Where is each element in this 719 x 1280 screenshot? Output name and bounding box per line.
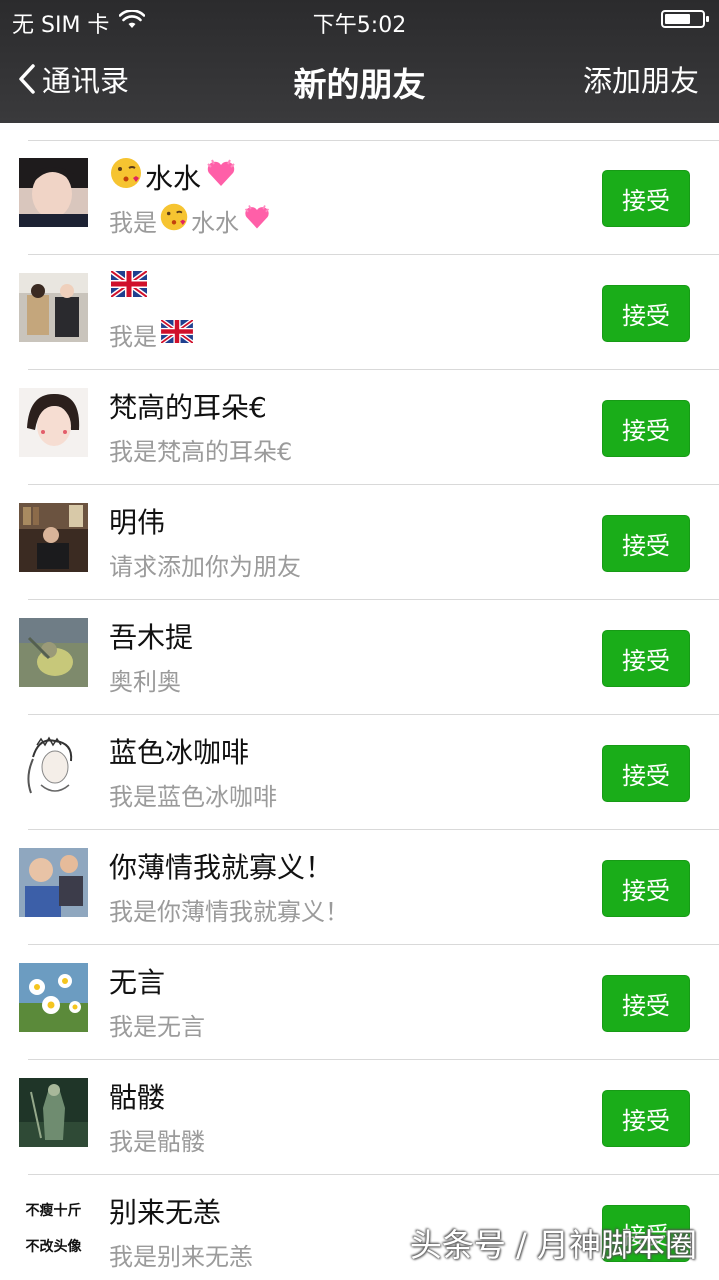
friend-request-row[interactable]: 无言 我是无言 接受 bbox=[0, 945, 719, 1060]
friend-request-row[interactable]: 骷髅 我是骷髅 接受 bbox=[0, 1060, 719, 1175]
avatar[interactable] bbox=[19, 963, 88, 1032]
friend-request-row[interactable]: 明伟 请求添加你为朋友 接受 bbox=[0, 485, 719, 600]
friend-name: 吾木提 bbox=[109, 621, 194, 654]
uk-flag-icon bbox=[159, 318, 195, 349]
accept-button[interactable]: 接受 bbox=[602, 860, 690, 917]
status-bar: 无 SIM 卡 下午5:02 bbox=[0, 0, 719, 40]
add-friend-button[interactable]: 添加朋友 bbox=[583, 58, 699, 100]
accept-button[interactable]: 接受 bbox=[602, 515, 690, 572]
accept-button[interactable]: 接受 bbox=[602, 400, 690, 457]
friend-name: 明伟 bbox=[109, 506, 166, 539]
friend-message: 我是你薄情我就寡义！ bbox=[109, 898, 349, 926]
friend-name: 骷髅 bbox=[109, 1081, 166, 1114]
avatar[interactable]: 不瘦十斤 不改头像 bbox=[19, 1193, 88, 1262]
accept-button[interactable]: 接受 bbox=[602, 285, 690, 342]
accept-button[interactable]: 接受 bbox=[602, 975, 690, 1032]
friend-message: 我是无言 bbox=[109, 1013, 205, 1041]
battery-icon bbox=[661, 10, 709, 28]
friend-request-row[interactable]: 蓝色冰咖啡 我是蓝色冰咖啡 接受 bbox=[0, 715, 719, 830]
accept-button[interactable]: 接受 bbox=[602, 630, 690, 687]
uk-flag-icon bbox=[109, 268, 149, 304]
friend-message: 奥利奥 bbox=[109, 668, 181, 696]
avatar[interactable] bbox=[19, 158, 88, 227]
accept-button[interactable]: 接受 bbox=[602, 1090, 690, 1147]
avatar-text: 不改头像 bbox=[26, 1238, 83, 1255]
friend-request-row[interactable]: 你薄情我就寡义！ 我是你薄情我就寡义！ 接受 bbox=[0, 830, 719, 945]
status-time: 下午5:02 bbox=[312, 13, 407, 38]
kiss-emoji-icon bbox=[159, 202, 189, 238]
friend-message: 我是骷髅 bbox=[109, 1128, 205, 1156]
heart-emoji-icon bbox=[203, 156, 239, 197]
friend-request-list: 水水 我是 水水 接受 我是 接受 梵高的耳朵€ 我是梵高的耳朵€ 接受 明伟 … bbox=[0, 123, 719, 1280]
friend-request-row[interactable]: 我是 接受 bbox=[0, 255, 719, 370]
friend-message: 我是 bbox=[109, 317, 195, 352]
friend-message: 我是别来无恙 bbox=[109, 1243, 253, 1271]
friend-name: 水水 bbox=[109, 156, 239, 197]
friend-request-row[interactable]: 吾木提 奥利奥 接受 bbox=[0, 600, 719, 715]
friend-name: 蓝色冰咖啡 bbox=[109, 736, 250, 769]
accept-button[interactable]: 接受 bbox=[602, 745, 690, 802]
friend-request-row[interactable]: 梵高的耳朵€ 我是梵高的耳朵€ 接受 bbox=[0, 370, 719, 485]
avatar[interactable] bbox=[19, 848, 88, 917]
avatar[interactable] bbox=[19, 503, 88, 572]
avatar[interactable] bbox=[19, 618, 88, 687]
heart-emoji-icon bbox=[241, 202, 273, 238]
navigation-bar: 通讯录 新的朋友 添加朋友 bbox=[0, 40, 719, 123]
friend-name: 别来无恙 bbox=[109, 1196, 222, 1229]
friend-message: 我是蓝色冰咖啡 bbox=[109, 783, 277, 811]
avatar[interactable] bbox=[19, 1078, 88, 1147]
friend-message: 请求添加你为朋友 bbox=[109, 553, 301, 581]
kiss-emoji-icon bbox=[109, 156, 143, 197]
watermark: 头条号 / 月神脚本圈 bbox=[409, 1226, 697, 1264]
avatar[interactable] bbox=[19, 733, 88, 802]
friend-request-row[interactable]: 水水 我是 水水 接受 bbox=[0, 140, 719, 255]
avatar[interactable] bbox=[19, 273, 88, 342]
top-bar: 无 SIM 卡 下午5:02 通讯录 新的朋友 添加朋友 bbox=[0, 0, 719, 123]
friend-name: 无言 bbox=[109, 966, 166, 999]
avatar-text: 不瘦十斤 bbox=[26, 1202, 82, 1219]
avatar[interactable] bbox=[19, 388, 88, 457]
friend-name: 你薄情我就寡义！ bbox=[109, 851, 334, 884]
friend-name bbox=[109, 268, 149, 304]
friend-message: 我是 水水 bbox=[109, 202, 273, 238]
friend-message: 我是梵高的耳朵€ bbox=[109, 438, 293, 466]
friend-name: 梵高的耳朵€ bbox=[109, 391, 267, 424]
accept-button[interactable]: 接受 bbox=[602, 170, 690, 227]
